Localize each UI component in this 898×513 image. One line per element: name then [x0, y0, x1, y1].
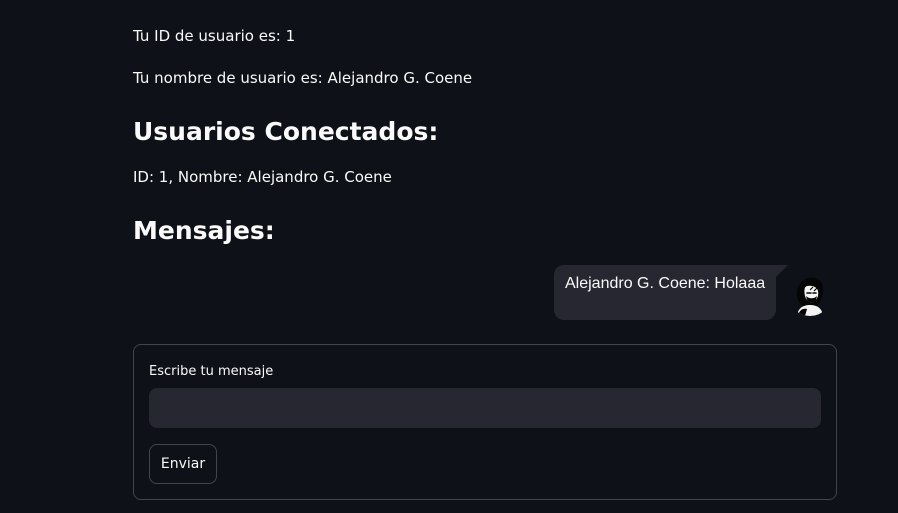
message-input[interactable] [149, 388, 821, 428]
user-id-text: Tu ID de usuario es: 1 [133, 27, 296, 45]
messages-heading: Mensajes: [133, 216, 275, 245]
message-input-label: Escribe tu mensaje [149, 364, 274, 379]
user-name-text: Tu nombre de usuario es: Alejandro G. Co… [133, 69, 473, 87]
avatar-illustration [796, 277, 824, 316]
app-page: Tu ID de usuario es: 1 Tu nombre de usua… [0, 0, 898, 513]
message-form: Escribe tu mensaje Enviar [133, 344, 837, 500]
user-avatar-icon [788, 272, 832, 316]
chat-message-bubble: Alejandro G. Coene: Holaaa [554, 265, 776, 320]
send-button[interactable]: Enviar [149, 444, 217, 484]
connected-user-item: ID: 1, Nombre: Alejandro G. Coene [133, 168, 392, 186]
connected-users-heading: Usuarios Conectados: [133, 117, 439, 146]
chat-bubble-tail [776, 265, 788, 277]
